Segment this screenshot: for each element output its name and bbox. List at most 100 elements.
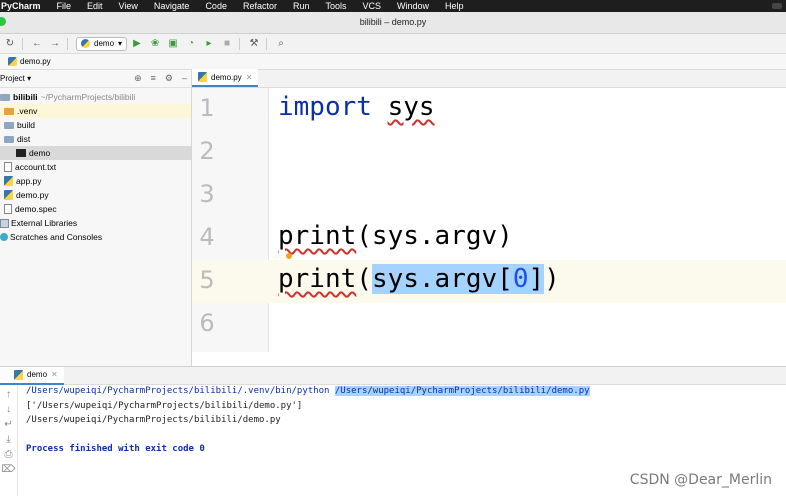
wrench-icon[interactable]: ⚒: [246, 36, 262, 52]
coverage-icon[interactable]: ▣: [165, 36, 181, 52]
spec-file-icon: [4, 204, 12, 214]
lightbulb-icon[interactable]: [286, 253, 292, 259]
menu-file[interactable]: File: [49, 1, 80, 11]
project-view-select[interactable]: Project ▾: [0, 74, 31, 83]
tree-item-dist[interactable]: dist: [0, 132, 191, 146]
project-tree: bilibili ~/PycharmProjects/bilibili .ven…: [0, 88, 191, 244]
console-line: ['/Users/wupeiqi/PycharmProjects/bilibil…: [26, 400, 303, 411]
command-script: /Users/wupeiqi/PycharmProjects/bilibili/…: [334, 386, 590, 396]
tree-item-root[interactable]: bilibili ~/PycharmProjects/bilibili: [0, 90, 191, 104]
python-file-icon: [4, 176, 13, 186]
root-path: ~/PycharmProjects/bilibili: [40, 92, 136, 102]
tree-item-venv[interactable]: .venv: [0, 104, 191, 118]
app-menu[interactable]: PyCharm: [0, 1, 49, 11]
up-arrow-icon[interactable]: ↑: [6, 389, 11, 400]
tree-item-demo-py[interactable]: demo.py: [0, 188, 191, 202]
menu-vcs[interactable]: VCS: [355, 1, 390, 11]
code-line[interactable]: 4 print(sys.argv): [192, 217, 786, 260]
search-icon[interactable]: ⌕: [273, 36, 289, 52]
title-bar: bilibili – demo.py: [0, 12, 786, 34]
code-line[interactable]: 1 import sys: [192, 88, 786, 131]
locate-icon[interactable]: ⊕: [134, 73, 142, 84]
tree-item-demo-spec[interactable]: demo.spec: [0, 202, 191, 216]
menu-help[interactable]: Help: [437, 1, 472, 11]
tree-item-demo-executable[interactable]: demo: [0, 146, 191, 160]
tree-item-label: .venv: [17, 106, 38, 116]
minimize-icon[interactable]: –: [182, 73, 187, 84]
line-number: 5: [199, 266, 215, 294]
module-name: sys: [387, 92, 435, 122]
breadcrumb-file[interactable]: demo.py: [20, 57, 51, 66]
code-line[interactable]: 2: [192, 131, 786, 174]
folder-icon: [4, 107, 14, 115]
tree-item-label: demo: [29, 148, 51, 158]
code-line[interactable]: 6: [192, 303, 786, 346]
stop-icon[interactable]: ■: [219, 36, 235, 52]
close-icon[interactable]: ✕: [51, 370, 58, 379]
soft-wrap-icon[interactable]: ↵: [4, 419, 12, 430]
trash-icon[interactable]: ⌦: [1, 464, 15, 475]
tree-item-build[interactable]: build: [0, 118, 191, 132]
menu-navigate[interactable]: Navigate: [146, 1, 198, 11]
tree-item-label: dist: [17, 134, 31, 144]
profile-icon[interactable]: ◔: [183, 36, 199, 52]
code-paren: (: [356, 264, 372, 294]
status-icon[interactable]: [772, 3, 782, 9]
tree-item-app-py[interactable]: app.py: [0, 174, 191, 188]
tab-label: demo.py: [211, 72, 242, 82]
forward-arrow-icon[interactable]: →: [47, 36, 63, 52]
root-name: bilibili: [13, 92, 38, 102]
scroll-to-end-icon[interactable]: ⤓: [6, 434, 10, 445]
menu-refactor[interactable]: Refactor: [235, 1, 285, 11]
code-text: print(sys.argv): [278, 221, 513, 251]
collapse-all-icon[interactable]: ≡: [151, 73, 156, 84]
console-blank: [26, 430, 590, 445]
down-arrow-icon[interactable]: ↓: [6, 404, 11, 415]
code-line-current[interactable]: 5 print(sys.argv[0]): [192, 260, 786, 303]
number-literal: 0: [512, 264, 529, 294]
main-toolbar: ↻ ← → demo ▾ ▶ ❀ ▣ ◔ ▸ ■ ⚒ ⌕: [0, 34, 786, 54]
menu-code[interactable]: Code: [197, 1, 235, 11]
python-file-icon: [198, 72, 207, 82]
python-file-icon: [4, 190, 13, 200]
tab-demo-py[interactable]: demo.py ✕: [192, 69, 259, 87]
breadcrumb: demo.py: [0, 54, 786, 70]
toolbar-divider: [22, 37, 23, 50]
folder-icon: [4, 121, 14, 129]
tree-item-external-libraries[interactable]: External Libraries: [0, 216, 191, 230]
run-header: demo ✕: [0, 366, 786, 385]
window-title: bilibili – demo.py: [359, 17, 427, 27]
code-area[interactable]: 1 import sys 2 3 4 print(sys.argv) 5 pri…: [192, 88, 786, 352]
tree-item-label: app.py: [16, 176, 42, 186]
selection: sys.argv[0]: [371, 264, 545, 294]
console-output[interactable]: /Users/wupeiqi/PycharmProjects/bilibili/…: [26, 386, 590, 459]
run-tab-demo[interactable]: demo ✕: [0, 366, 64, 385]
close-icon[interactable]: ✕: [246, 73, 253, 82]
concurrency-icon[interactable]: ▸: [201, 36, 217, 52]
run-config-select[interactable]: demo ▾: [76, 36, 128, 51]
menu-tools[interactable]: Tools: [317, 1, 354, 11]
menu-edit[interactable]: Edit: [79, 1, 111, 11]
menu-view[interactable]: View: [111, 1, 146, 11]
menu-run[interactable]: Run: [285, 1, 318, 11]
console-exit-line: Process finished with exit code 0: [26, 444, 205, 454]
console-line: /Users/wupeiqi/PycharmProjects/bilibili/…: [26, 415, 281, 425]
menu-window[interactable]: Window: [389, 1, 437, 11]
terminal-icon: [16, 149, 26, 157]
python-file-icon: [14, 369, 23, 380]
print-icon[interactable]: ⎙: [5, 449, 13, 460]
run-icon[interactable]: ▶: [129, 36, 145, 52]
debug-icon[interactable]: ❀: [147, 36, 163, 52]
library-icon: [0, 218, 9, 228]
tree-item-label: Scratches and Consoles: [10, 232, 103, 242]
tree-item-label: build: [17, 120, 35, 130]
line-number: 6: [199, 309, 215, 337]
tree-item-scratches[interactable]: Scratches and Consoles: [0, 230, 191, 244]
code-line[interactable]: 3: [192, 174, 786, 217]
tree-item-label: External Libraries: [11, 218, 78, 228]
gear-icon[interactable]: ⚙: [165, 73, 173, 84]
sync-icon[interactable]: ↻: [2, 36, 18, 52]
watermark: CSDN @Dear_Merlin: [629, 472, 772, 488]
tree-item-account[interactable]: account.txt: [0, 160, 191, 174]
back-arrow-icon[interactable]: ←: [29, 36, 45, 52]
